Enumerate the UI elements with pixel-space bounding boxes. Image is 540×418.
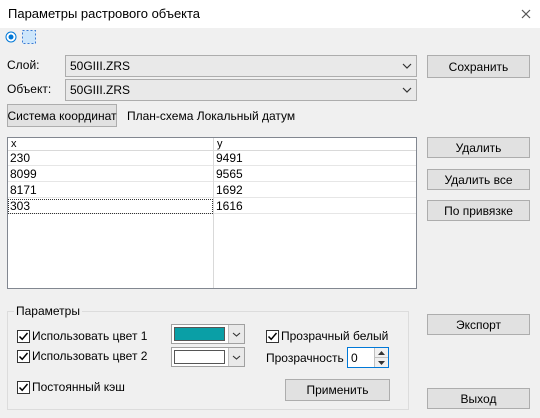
use-color-2-label: Использовать цвет 2: [32, 349, 148, 363]
layer-select[interactable]: 50GIII.ZRS: [65, 55, 417, 77]
cell-y[interactable]: 1616: [214, 199, 416, 214]
object-select[interactable]: 50GIII.ZRS: [65, 79, 417, 101]
object-label: Объект:: [7, 82, 52, 96]
triangle-up-icon[interactable]: [375, 348, 388, 358]
cell-y[interactable]: 1692: [214, 183, 416, 198]
by-binding-button[interactable]: По привязке: [427, 200, 530, 221]
checkmark-icon: [18, 383, 29, 392]
chevron-down-icon: [228, 348, 244, 366]
use-color-1-checkbox[interactable]: [17, 330, 30, 343]
color-2-picker[interactable]: [171, 347, 245, 367]
export-button[interactable]: Экспорт: [427, 314, 530, 335]
window-title: Параметры растрового объекта: [8, 6, 201, 21]
persistent-cache-checkbox[interactable]: [17, 381, 30, 394]
cell-y[interactable]: 9565: [214, 167, 416, 182]
checkmark-icon: [18, 352, 29, 361]
delete-all-button[interactable]: Удалить все: [427, 169, 530, 190]
color-2-swatch: [174, 350, 226, 364]
transparency-label: Прозрачность: [266, 351, 344, 365]
params-group-title: Параметры: [14, 304, 82, 318]
exit-button[interactable]: Выход: [427, 388, 530, 409]
coord-system-button[interactable]: Система координат: [7, 104, 117, 127]
save-button[interactable]: Сохранить: [427, 55, 530, 78]
column-header-y[interactable]: y: [214, 138, 416, 151]
cell-x[interactable]: 230: [8, 151, 213, 166]
column-header-x[interactable]: x: [8, 138, 213, 151]
cell-x[interactable]: 8099: [8, 167, 213, 182]
checkmark-icon: [18, 332, 29, 341]
table-row[interactable]: 303 1616: [8, 199, 416, 214]
layer-label: Слой:: [7, 58, 40, 72]
apply-button[interactable]: Применить: [285, 379, 390, 401]
layer-value: 50GIII.ZRS: [70, 59, 131, 73]
coord-system-text: План-схема Локальный датум: [127, 109, 296, 123]
cell-y[interactable]: 9491: [214, 151, 416, 166]
table-row[interactable]: 8171 1692: [8, 183, 416, 198]
color-1-picker[interactable]: [171, 324, 245, 344]
close-icon: [521, 9, 531, 19]
table-row[interactable]: 8099 9565: [8, 167, 416, 182]
persistent-cache-label: Постоянный кэш: [32, 380, 125, 394]
dashed-selection-icon[interactable]: [21, 29, 37, 45]
radio-selected-icon[interactable]: [5, 31, 17, 43]
chevron-down-icon: [398, 63, 416, 69]
transparency-spinner[interactable]: 0: [347, 347, 389, 368]
cell-x[interactable]: 8171: [8, 183, 213, 198]
object-value: 50GIII.ZRS: [70, 83, 131, 97]
transparent-white-checkbox[interactable]: [266, 330, 279, 343]
delete-button[interactable]: Удалить: [427, 137, 530, 158]
triangle-down-icon[interactable]: [375, 358, 388, 367]
cell-x-focused[interactable]: 303: [8, 199, 213, 214]
points-table[interactable]: x y 230 9491 8099 9565 8171 1692 303 161…: [7, 137, 417, 289]
chevron-down-icon: [398, 87, 416, 93]
transparency-value[interactable]: 0: [351, 351, 374, 365]
close-button[interactable]: [512, 0, 540, 28]
checkmark-icon: [267, 332, 278, 341]
use-color-1-label: Использовать цвет 1: [32, 329, 148, 343]
color-1-swatch: [174, 327, 226, 341]
table-row[interactable]: 230 9491: [8, 151, 416, 166]
chevron-down-icon: [228, 325, 244, 343]
use-color-2-checkbox[interactable]: [17, 350, 30, 363]
transparent-white-label: Прозрачный белый: [281, 329, 389, 343]
